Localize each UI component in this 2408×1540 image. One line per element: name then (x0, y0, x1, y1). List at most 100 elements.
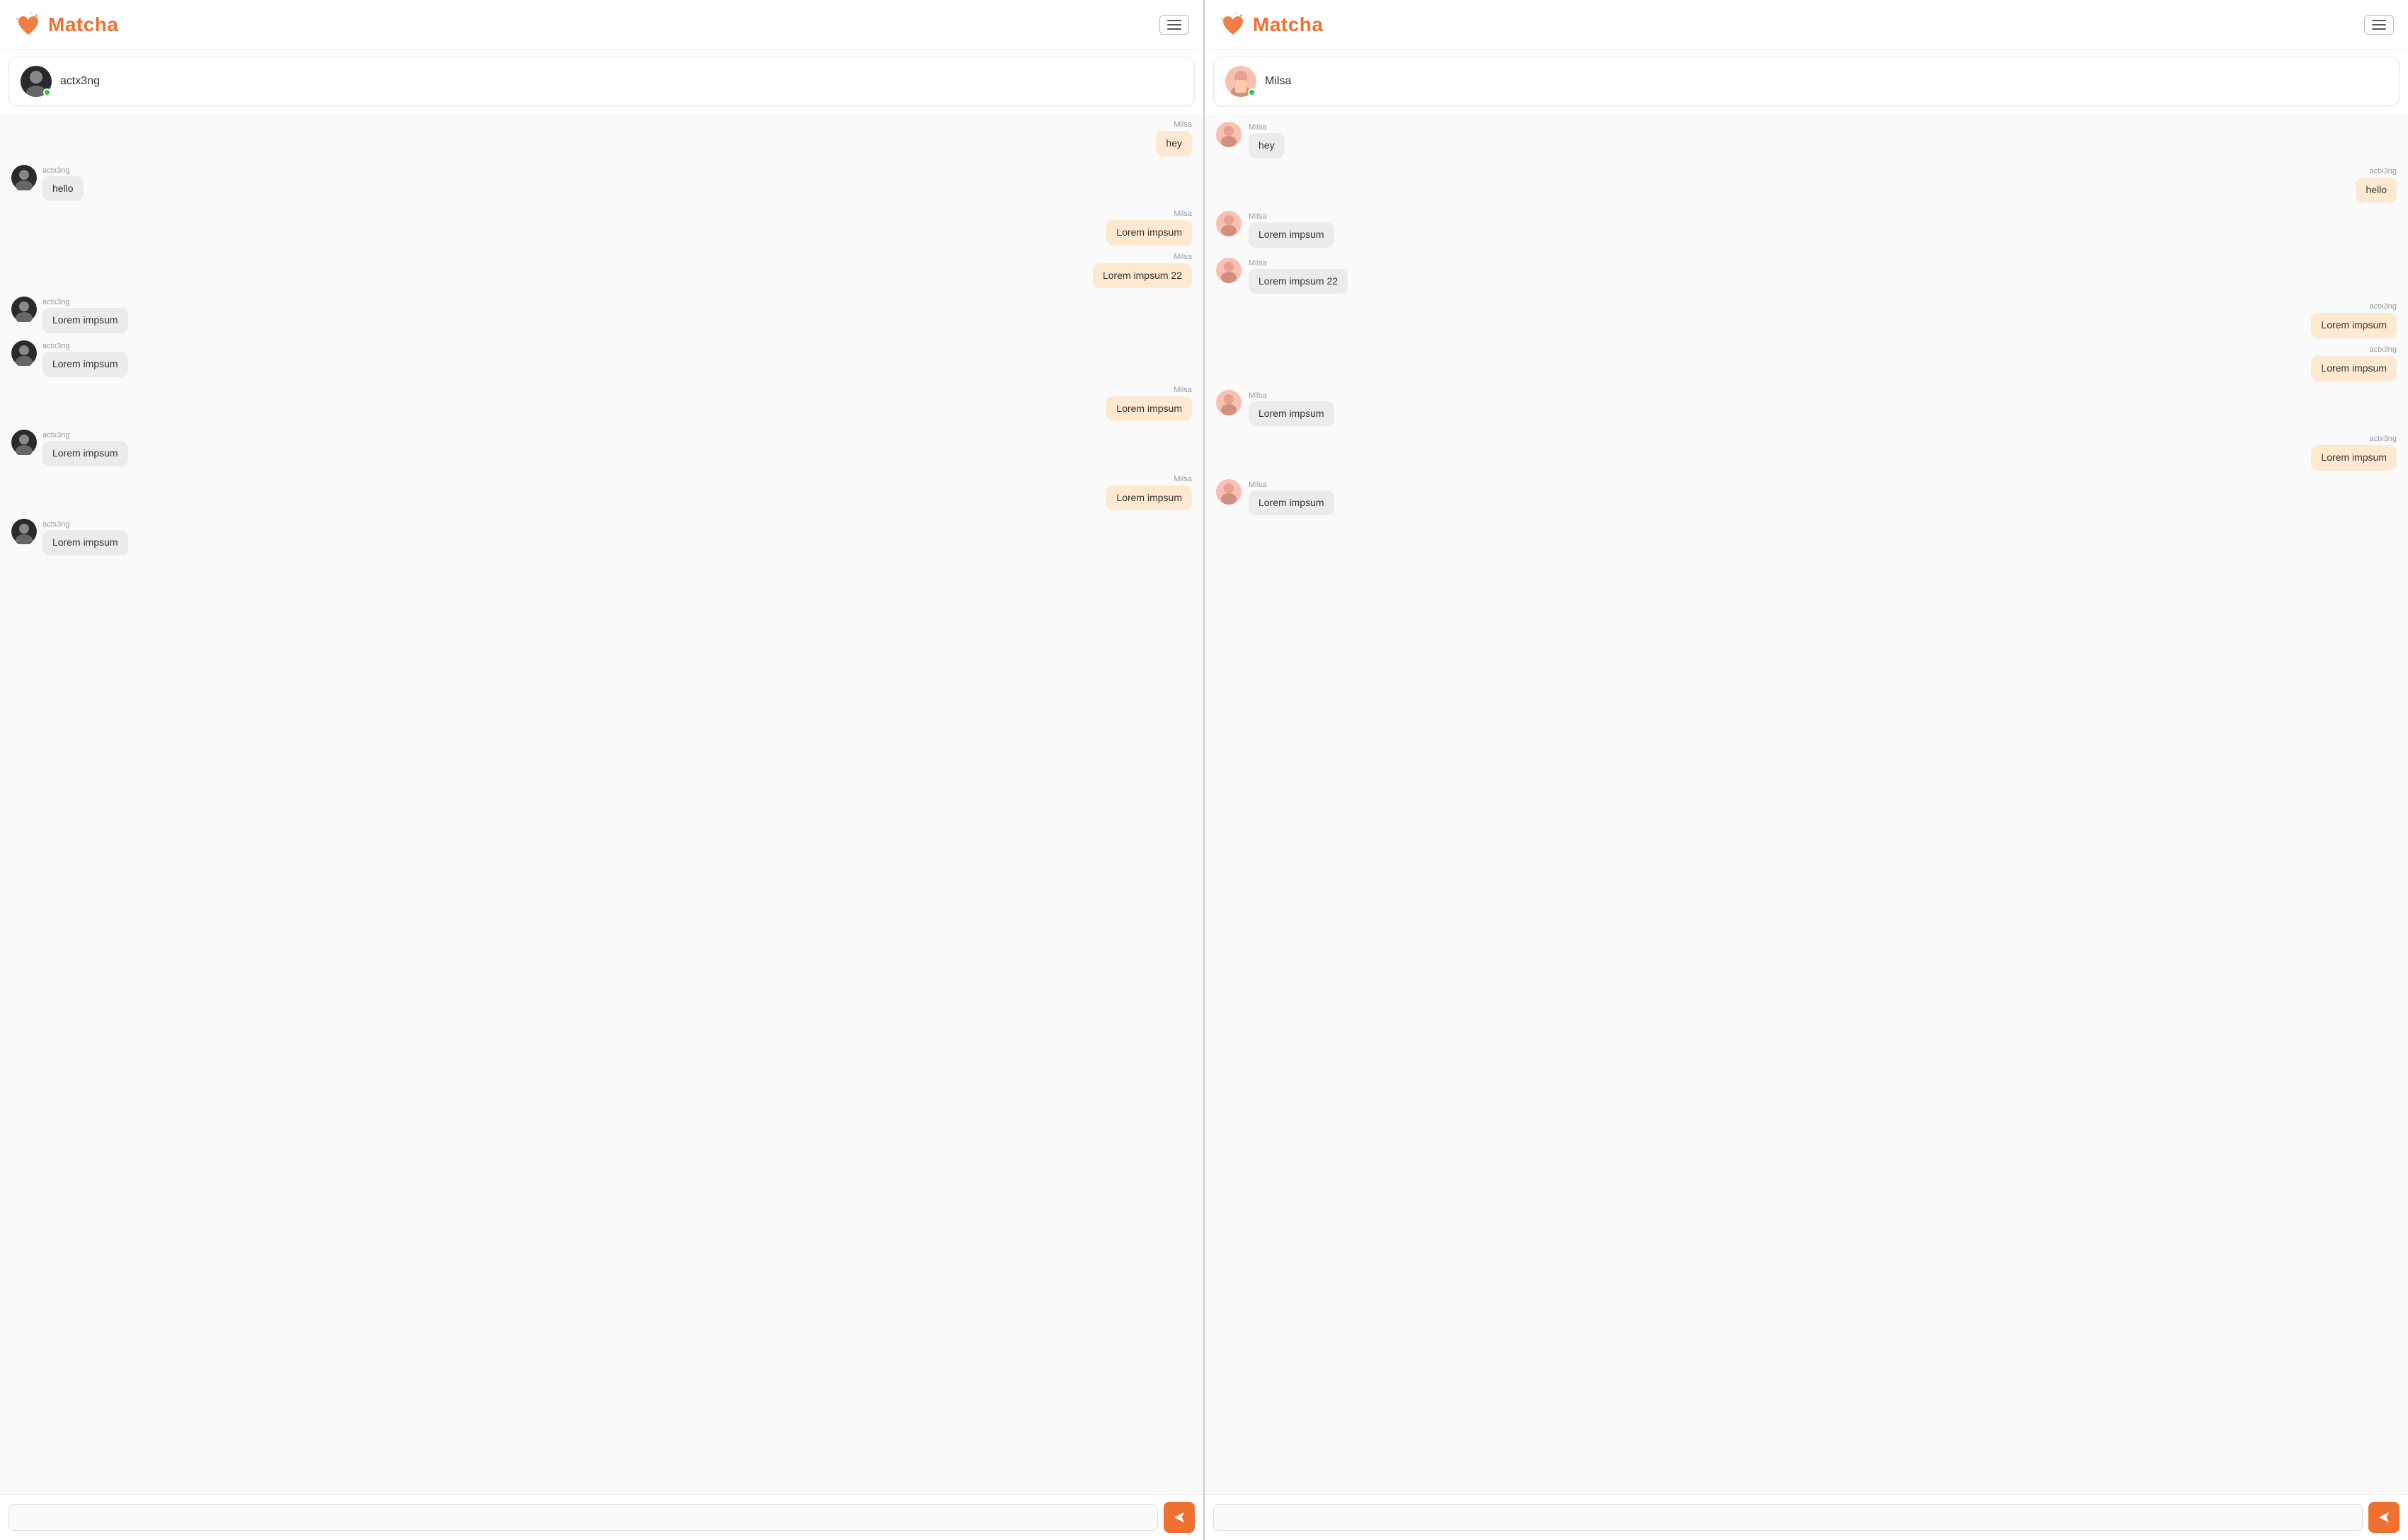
right-msg-group-6: actx3ng Lorem impsum (1216, 345, 2397, 381)
left-msg-group-4: Milsa Lorem impsum 22 (11, 253, 1192, 289)
left-bubble-7: Lorem impsum (1106, 396, 1192, 422)
right-bubble-5: Lorem impsum (2311, 313, 2397, 338)
left-msg-sender-1: Milsa (1174, 120, 1192, 129)
right-chat-input[interactable] (1213, 1504, 2363, 1531)
left-chat-input[interactable] (8, 1504, 1158, 1531)
left-msg-group-7: Milsa Lorem impsum (11, 386, 1192, 422)
left-msg-group-5: actx3ng Lorem impsum (11, 295, 1192, 333)
left-logo-text: Matcha (48, 13, 118, 36)
svg-text:✦: ✦ (30, 11, 33, 16)
right-send-icon (2378, 1511, 2390, 1524)
left-logo: ✦ ✦ ✦ Matcha (14, 11, 118, 39)
left-panel: ✦ ✦ ✦ Matcha actx3ng Mi (0, 0, 1203, 1540)
left-bubble-3: Lorem impsum (1106, 220, 1192, 246)
left-bubble-5: Lorem impsum (42, 308, 128, 333)
right-input-bar (1205, 1494, 2408, 1540)
right-msg-sender-2: actx3ng (2369, 167, 2397, 176)
right-menu-button[interactable] (2364, 15, 2394, 35)
right-msg-sender-4: Milsa (1249, 259, 1267, 268)
left-msg-sender-5: actx3ng (42, 298, 70, 306)
right-bubble-7: Lorem impsum (1249, 401, 1334, 427)
left-msg-sender-10: actx3ng (42, 520, 70, 529)
left-msg-sender-6: actx3ng (42, 342, 70, 350)
right-avatar-9 (1216, 479, 1242, 505)
left-menu-button[interactable] (1159, 15, 1189, 35)
right-msg-sender-8: actx3ng (2369, 435, 2397, 443)
left-msg-sender-3: Milsa (1174, 209, 1192, 218)
right-avatar-3 (1216, 211, 1242, 236)
right-contact-name: Milsa (1265, 75, 1291, 88)
right-msg-group-5: actx3ng Lorem impsum (1216, 302, 2397, 338)
left-input-bar (0, 1494, 1203, 1540)
left-logo-icon: ✦ ✦ ✦ (14, 11, 42, 39)
right-msg-group-4: Milsa Lorem impsum 22 (1216, 256, 2397, 294)
right-bubble-3: Lorem impsum (1249, 222, 1334, 248)
svg-text:✦: ✦ (34, 13, 39, 19)
right-logo: ✦ ✦ ✦ Matcha (1219, 11, 1323, 39)
left-avatar-8 (11, 430, 37, 455)
right-msg-sender-3: Milsa (1249, 212, 1267, 221)
right-bubble-2: hello (2356, 178, 2397, 203)
left-avatar-5 (11, 297, 37, 322)
right-bubble-6: Lorem impsum (2311, 356, 2397, 381)
right-msg-group-8: actx3ng Lorem impsum (1216, 435, 2397, 471)
right-avatar-7 (1216, 390, 1242, 415)
left-msg-sender-4: Milsa (1174, 253, 1192, 261)
left-msg-sender-8: actx3ng (42, 431, 70, 439)
left-send-icon (1173, 1511, 1186, 1524)
svg-text:✦: ✦ (16, 17, 19, 22)
svg-text:✦: ✦ (1220, 17, 1224, 22)
left-msg-group-1: Milsa hey (11, 120, 1192, 156)
left-header: ✦ ✦ ✦ Matcha (0, 0, 1203, 50)
left-contact-bar: actx3ng (8, 57, 1195, 106)
left-msg-group-2: actx3ng hello (11, 163, 1192, 202)
right-msg-sender-9: Milsa (1249, 481, 1267, 489)
left-bubble-10: Lorem impsum (42, 530, 128, 556)
left-msg-group-9: Milsa Lorem impsum (11, 475, 1192, 511)
left-contact-avatar-wrap (21, 66, 52, 97)
right-contact-avatar-wrap (1225, 66, 1256, 97)
left-bubble-2: hello (42, 176, 84, 202)
right-avatar-4 (1216, 258, 1242, 283)
svg-text:✦: ✦ (1234, 11, 1237, 16)
left-bubble-6: Lorem impsum (42, 352, 128, 377)
right-bubble-4: Lorem impsum 22 (1249, 269, 1348, 294)
left-msg-group-8: actx3ng Lorem impsum (11, 428, 1192, 466)
left-msg-group-10: actx3ng Lorem impsum (11, 517, 1192, 556)
right-send-button[interactable] (2368, 1502, 2400, 1533)
right-online-indicator (1248, 88, 1256, 96)
right-msg-group-7: Milsa Lorem impsum (1216, 389, 2397, 427)
left-online-indicator (43, 88, 51, 96)
left-msg-sender-2: actx3ng (42, 166, 70, 175)
left-contact-name: actx3ng (60, 75, 100, 88)
left-bubble-1: hey (1156, 131, 1192, 156)
left-send-button[interactable] (1164, 1502, 1195, 1533)
svg-text:✦: ✦ (1239, 13, 1244, 19)
right-msg-sender-7: Milsa (1249, 391, 1267, 400)
right-msg-group-3: Milsa Lorem impsum (1216, 209, 2397, 248)
left-bubble-9: Lorem impsum (1106, 485, 1192, 511)
right-msg-group-2: actx3ng hello (1216, 167, 2397, 203)
right-bubble-1: hey (1249, 133, 1285, 159)
right-msg-sender-5: actx3ng (2369, 302, 2397, 311)
left-msg-group-3: Milsa Lorem impsum (11, 209, 1192, 246)
left-msg-group-6: actx3ng Lorem impsum (11, 339, 1192, 377)
left-bubble-4: Lorem impsum 22 (1093, 263, 1192, 289)
right-msg-sender-6: actx3ng (2369, 345, 2397, 354)
left-bubble-8: Lorem impsum (42, 441, 128, 466)
right-chat-area[interactable]: Milsa hey actx3ng hello Milsa Lorem imps… (1205, 113, 2408, 1494)
left-msg-sender-9: Milsa (1174, 475, 1192, 483)
left-avatar-2 (11, 165, 37, 190)
right-contact-bar: Milsa (1213, 57, 2400, 106)
right-msg-sender-1: Milsa (1249, 123, 1267, 132)
right-panel: ✦ ✦ ✦ Matcha Milsa (1203, 0, 2408, 1540)
right-logo-text: Matcha (1253, 13, 1323, 36)
right-bubble-8: Lorem impsum (2311, 445, 2397, 471)
left-avatar-10 (11, 519, 37, 544)
right-msg-group-1: Milsa hey (1216, 120, 2397, 159)
right-avatar-1 (1216, 122, 1242, 147)
right-logo-icon: ✦ ✦ ✦ (1219, 11, 1247, 39)
left-msg-sender-7: Milsa (1174, 386, 1192, 394)
left-avatar-6 (11, 340, 37, 366)
left-chat-area[interactable]: Milsa hey actx3ng hello Milsa Lorem imps… (0, 113, 1203, 1494)
